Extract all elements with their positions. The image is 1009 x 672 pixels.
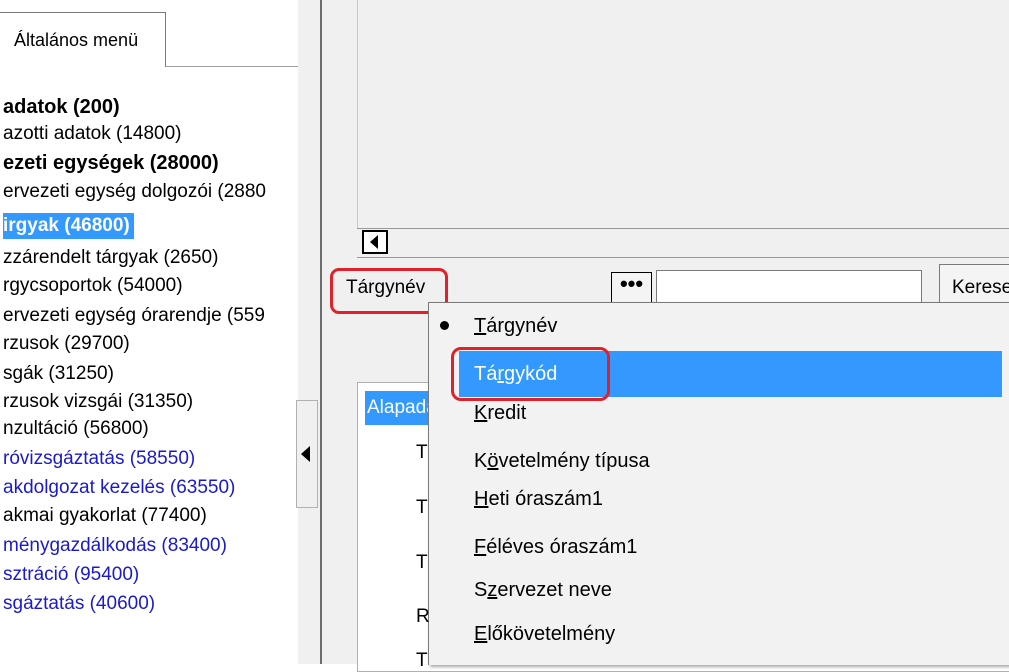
dropdown-item-accelerator: T (474, 315, 487, 337)
dropdown-item[interactable]: Szervezet neve (474, 575, 612, 605)
group-caption[interactable]: Alapadatok (365, 391, 433, 425)
menu-item[interactable]: ervezeti egység órarendje (559 (3, 303, 265, 329)
menu-item[interactable]: rzusok vizsgái (31350) (3, 389, 193, 415)
menu-item[interactable]: adatok (200) (3, 94, 120, 120)
menu-item[interactable]: akdolgozat kezelés (63550) (3, 475, 235, 501)
dropdown-item[interactable]: Előkövetelmény (474, 619, 615, 649)
dropdown-item-accelerator: K (474, 402, 488, 424)
menu-item[interactable]: rzusok (29700) (3, 331, 130, 357)
menu-item[interactable]: róvizsgáztatás (58550) (3, 446, 195, 472)
dropdown-item-text: K (474, 450, 488, 472)
dropdown-item-text: redit (487, 402, 527, 424)
menu-item[interactable]: rgycsoportok (54000) (3, 273, 183, 299)
dropdown-item-text: lőkövetelmény (487, 623, 616, 645)
dropdown-item[interactable]: Tárgynév (474, 311, 557, 341)
menu-item[interactable]: ezeti egységek (28000) (3, 150, 219, 176)
tab-general-menu[interactable]: Általános menü (0, 12, 166, 67)
menu-item[interactable]: sgáztatás (40600) (3, 591, 155, 617)
scroll-left-button[interactable] (362, 230, 388, 254)
grid-row-header-divider (357, 0, 358, 228)
detail-field-label: T (416, 650, 428, 671)
collapse-panel-button[interactable] (296, 400, 318, 508)
detail-field-label: T (416, 497, 428, 518)
navigation-panel: Általános menü adatok (200) azotti adatok… (0, 0, 298, 664)
menu-item[interactable]: sgák (31250) (3, 361, 114, 387)
dropdown-item[interactable]: Féléves óraszám1 (474, 532, 637, 562)
selected-bullet-icon (440, 321, 449, 330)
dropdown-item-accelerator: F (474, 536, 487, 558)
dropdown-item-accelerator: ö (487, 450, 499, 472)
dropdown-item[interactable]: Követelmény típusa (474, 446, 650, 476)
menu-item[interactable]: nzultáció (56800) (3, 416, 149, 442)
dropdown-item-accelerator: z (487, 579, 498, 601)
panel-splitter[interactable] (298, 0, 320, 664)
menu-item[interactable]: zzárendelt tárgyak (2650) (3, 245, 218, 271)
search-button-label: Kereses (952, 277, 1009, 298)
menu-item[interactable]: sztráció (95400) (3, 562, 139, 588)
dropdown-item-text: vetelmény típusa (498, 450, 650, 472)
dropdown-item-accelerator: H (474, 488, 489, 510)
detail-field-label: R (416, 606, 430, 627)
dropdown-item-text: árgynév (486, 315, 558, 337)
detail-field-label: T (416, 442, 428, 463)
dropdown-item-text: S (474, 579, 488, 601)
horizontal-scrollbar[interactable] (357, 228, 1009, 258)
arrow-left-icon (370, 235, 378, 249)
menu-item[interactable]: irgyak (46800) (3, 213, 134, 239)
dropdown-item-accelerator: E (474, 623, 488, 645)
menu-item[interactable]: ménygazdálkodás (83400) (3, 533, 227, 559)
dropdown-item-text: ervezet neve (497, 579, 612, 601)
results-grid[interactable] (322, 0, 1009, 258)
dropdown-item-text: éléves óraszám1 (486, 536, 638, 558)
detail-field-label: T (416, 552, 428, 573)
menu-item[interactable]: ervezeti egység dolgozói (2880 (3, 179, 266, 205)
dropdown-item[interactable]: Kredit (474, 398, 526, 428)
menu-item[interactable]: azotti adatok (14800) (3, 121, 182, 147)
tab-general-menu-label: Általános menü (14, 30, 139, 50)
annotation-highlight-box (451, 347, 610, 401)
search-input[interactable] (656, 270, 922, 306)
arrow-left-icon (301, 446, 310, 462)
dropdown-item-text: eti óraszám1 (488, 488, 603, 510)
menu-item[interactable]: akmai gyakorlat (77400) (3, 503, 207, 529)
dropdown-item[interactable]: Heti óraszám1 (474, 484, 603, 514)
browse-button[interactable]: ••• (611, 272, 652, 305)
